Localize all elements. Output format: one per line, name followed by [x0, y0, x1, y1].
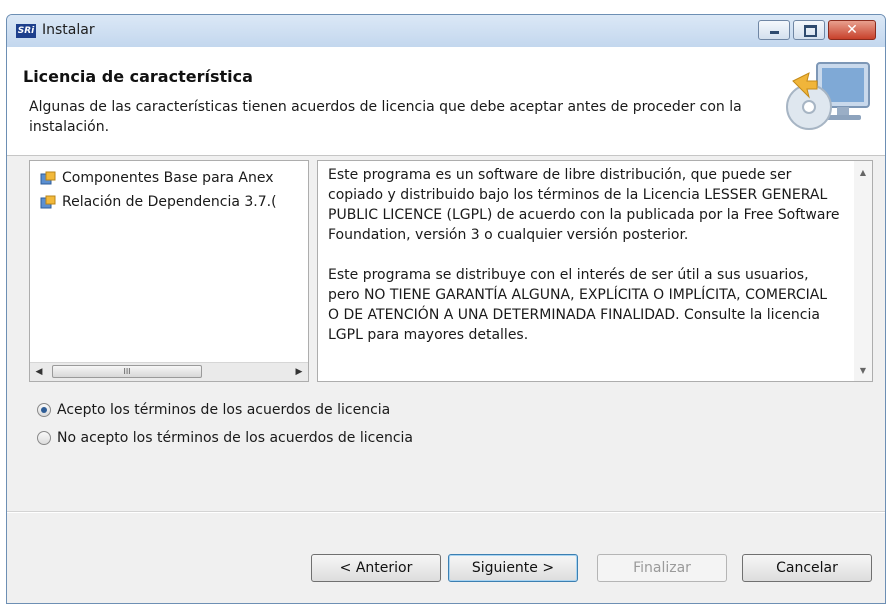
feature-package-icon [40, 171, 56, 185]
page-title: Licencia de característica [23, 67, 253, 86]
feature-item-label: Componentes Base para Anex [62, 170, 274, 186]
accept-label[interactable]: Acepto los términos de los acuerdos de l… [57, 399, 390, 421]
footer-separator [7, 511, 885, 513]
app-icon: SRi [16, 24, 36, 38]
page-header: Licencia de característica Algunas de la… [7, 47, 885, 156]
feature-list[interactable]: Componentes Base para Anex Relación de D… [29, 160, 309, 382]
minimize-button[interactable] [758, 20, 790, 40]
decline-radio[interactable] [37, 431, 51, 445]
license-paragraph: Este programa es un software de libre di… [328, 167, 840, 243]
next-button[interactable]: Siguiente > [448, 554, 578, 582]
install-banner-icon [786, 62, 870, 130]
cancel-button[interactable]: Cancelar [742, 554, 872, 582]
close-button[interactable]: ✕ [828, 20, 876, 40]
vertical-scrollbar[interactable]: ▲ ▼ [854, 161, 872, 381]
back-button[interactable]: < Anterior [311, 554, 441, 582]
title-bar: SRi Instalar ✕ [7, 15, 885, 48]
maximize-button[interactable] [793, 20, 825, 40]
license-text: Este programa es un software de libre di… [328, 165, 840, 365]
license-paragraph: Este programa se distribuye con el inter… [328, 267, 828, 343]
feature-item-label: Relación de Dependencia 3.7.( [62, 194, 277, 210]
installer-window: SRi Instalar ✕ Licencia de característic… [6, 14, 886, 604]
feature-package-icon [40, 195, 56, 209]
close-icon: ✕ [846, 22, 858, 38]
scroll-down-icon[interactable]: ▼ [856, 365, 870, 377]
window-title: Instalar [42, 22, 95, 38]
finish-button[interactable]: Finalizar [597, 554, 727, 582]
scroll-right-icon[interactable]: ▶ [292, 365, 306, 379]
horizontal-scrollbar[interactable]: ◀ III ▶ [30, 362, 308, 381]
decline-label[interactable]: No acepto los términos de los acuerdos d… [57, 427, 413, 449]
scroll-left-icon[interactable]: ◀ [32, 365, 46, 379]
accept-radio[interactable] [37, 403, 51, 417]
scroll-up-icon[interactable]: ▲ [856, 167, 870, 179]
scroll-thumb[interactable]: III [52, 365, 202, 378]
page-description: Algunas de las características tienen ac… [29, 99, 742, 135]
license-text-box[interactable]: Este programa es un software de libre di… [317, 160, 873, 382]
